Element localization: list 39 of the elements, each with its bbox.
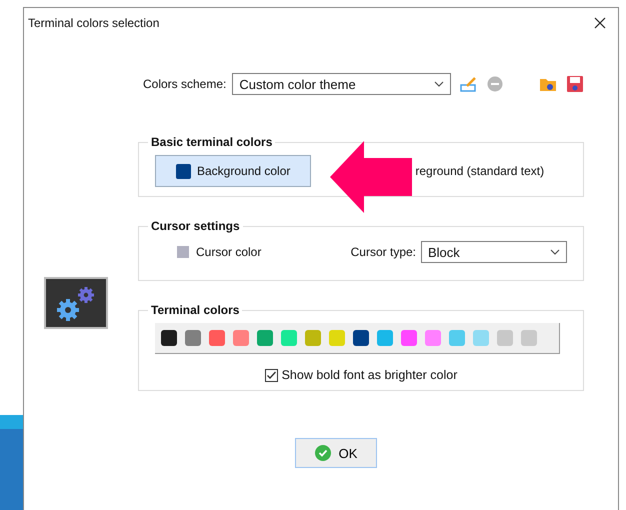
- chevron-icon: [550, 249, 560, 255]
- chevron-icon: [434, 81, 444, 87]
- palette-color[interactable]: [233, 330, 249, 346]
- window-title: Terminal colors selection: [28, 16, 160, 30]
- palette-color[interactable]: [329, 330, 345, 346]
- close-icon[interactable]: [594, 17, 606, 29]
- palette-color[interactable]: [449, 330, 465, 346]
- palette-color[interactable]: [497, 330, 513, 346]
- palette-color[interactable]: [401, 330, 417, 346]
- gears-icon: [44, 277, 108, 329]
- background-color-button[interactable]: Background color: [155, 155, 312, 187]
- group-title: Terminal colors: [150, 303, 240, 317]
- palette-color[interactable]: [353, 330, 369, 346]
- palette-color[interactable]: [425, 330, 441, 346]
- cursor-type-label: Cursor type:: [350, 245, 416, 259]
- scheme-dropdown[interactable]: Custom color theme: [232, 73, 452, 95]
- group-title: Basic terminal colors: [150, 135, 274, 149]
- cursor-color-label: Cursor color: [196, 245, 262, 259]
- palette-color[interactable]: [281, 330, 297, 346]
- edit-icon[interactable]: [460, 76, 478, 92]
- bold-brighter-checkbox[interactable]: Show bold font as brighter color: [155, 368, 567, 382]
- palette-color[interactable]: [305, 330, 321, 346]
- checkbox-icon: [264, 368, 278, 382]
- group-title: Cursor settings: [150, 219, 241, 233]
- check-circle-icon: [314, 445, 331, 461]
- palette-color[interactable]: [257, 330, 273, 346]
- save-icon[interactable]: [566, 75, 584, 93]
- palette-color[interactable]: [377, 330, 393, 346]
- palette-color[interactable]: [473, 330, 489, 346]
- palette-color[interactable]: [521, 330, 537, 346]
- cursor-type-dropdown[interactable]: Block: [421, 241, 567, 263]
- palette-color[interactable]: [161, 330, 177, 346]
- palette-color[interactable]: [209, 330, 225, 346]
- ok-button[interactable]: OK: [295, 438, 377, 468]
- folder-icon[interactable]: [539, 76, 557, 92]
- scheme-label: Colors scheme:: [143, 77, 226, 91]
- palette-color[interactable]: [185, 330, 201, 346]
- remove-icon[interactable]: [487, 76, 504, 92]
- color-swatch[interactable]: [177, 246, 189, 258]
